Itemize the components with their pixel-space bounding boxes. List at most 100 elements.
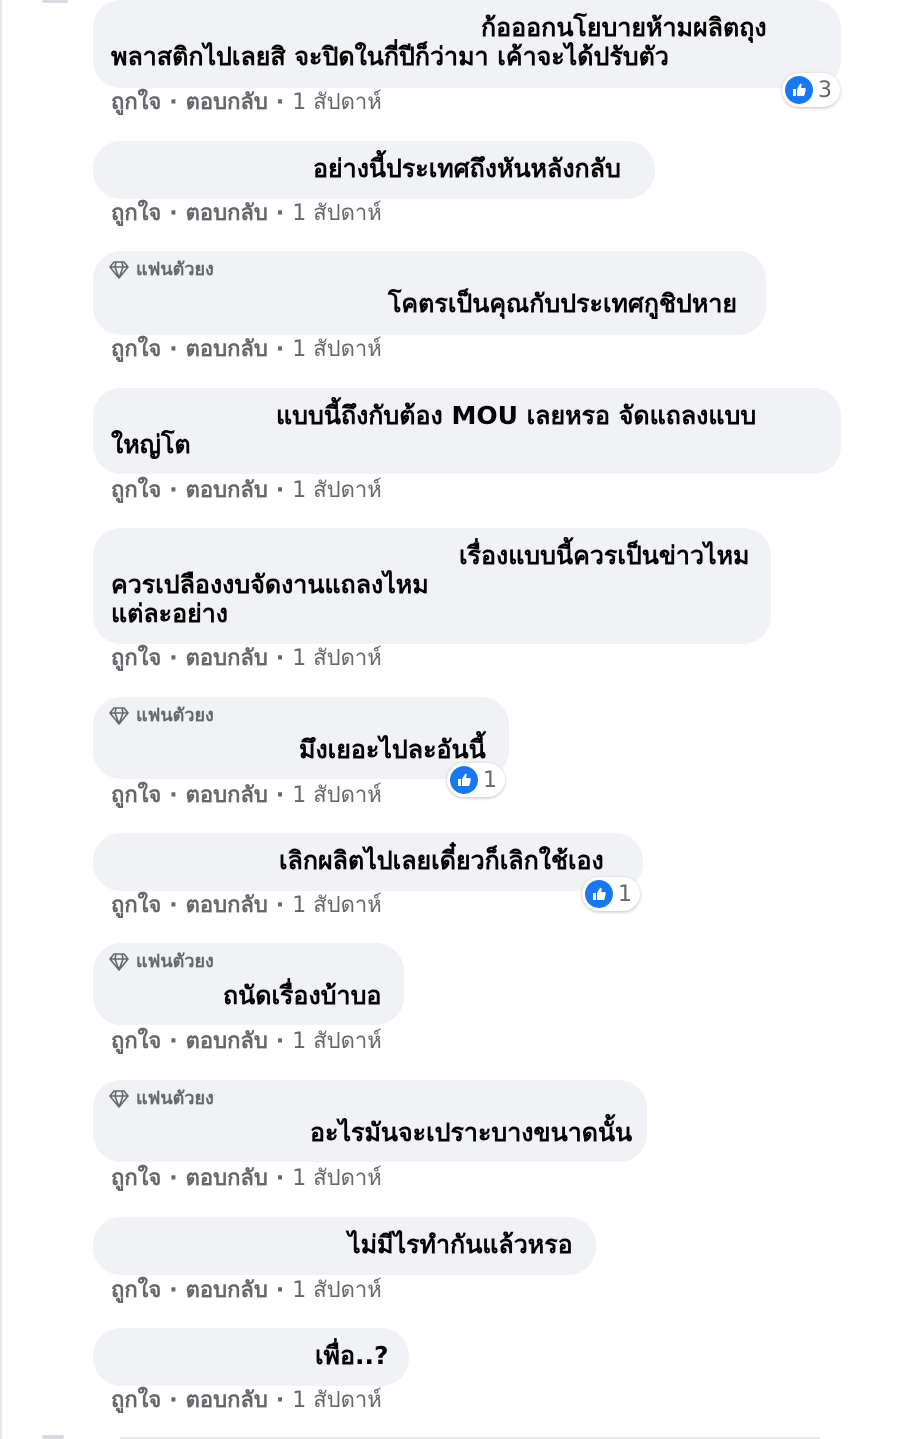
timestamp-link[interactable]: 1 สัปดาห์ [292, 201, 382, 226]
like-button[interactable]: ถูกใจ [111, 783, 161, 808]
reply-button[interactable]: ตอบกลับ [186, 201, 268, 226]
comment-text: ไม่มีไรทำกันแล้วหรอ [348, 1230, 573, 1259]
timestamp-link[interactable]: 1 สัปดาห์ [292, 783, 382, 808]
top-fan-badge: แฟนตัวยง [109, 259, 214, 281]
top-fan-badge: แฟนตัวยง [109, 1088, 214, 1110]
comment-bubble[interactable]: แฟนตัวยงมึงเยอะไปละอันนี้ [93, 697, 509, 779]
comment-actions: ถูกใจ · ตอบกลับ · 1 สัปดาห์ [111, 1029, 382, 1055]
comment-bubble[interactable]: แบบนี้ถึงกับต้อง MOU เลยหรอ จัดแถลงแบบ ให… [93, 388, 841, 474]
like-button[interactable]: ถูกใจ [111, 1388, 161, 1413]
comment-text: แบบนี้ถึงกับต้อง MOU เลยหรอ จัดแถลงแบบ [276, 401, 757, 430]
comment-actions: ถูกใจ · ตอบกลับ · 1 สัปดาห์ [111, 783, 382, 809]
separator-dot: · [169, 1029, 178, 1054]
comment-text: โคตรเป็นคุณกับประเทศกูชิปหาย [388, 289, 737, 318]
left-divider [0, 0, 2, 1439]
diamond-icon [109, 707, 129, 725]
comment-actions: ถูกใจ · ตอบกลับ · 1 สัปดาห์ [111, 1166, 382, 1192]
like-button[interactable]: ถูกใจ [111, 1278, 161, 1303]
reply-button[interactable]: ตอบกลับ [186, 646, 268, 671]
comment-actions: ถูกใจ · ตอบกลับ · 1 สัปดาห์ [111, 90, 382, 116]
like-button[interactable]: ถูกใจ [111, 201, 161, 226]
separator-dot: · [275, 1166, 285, 1191]
separator-dot: · [169, 646, 178, 671]
comment-actions: ถูกใจ · ตอบกลับ · 1 สัปดาห์ [111, 337, 382, 363]
like-button[interactable]: ถูกใจ [111, 893, 161, 918]
separator-dot: · [169, 1388, 178, 1413]
reply-button[interactable]: ตอบกลับ [186, 90, 268, 115]
reaction-count[interactable]: 1 [447, 763, 505, 797]
reply-button[interactable]: ตอบกลับ [186, 783, 268, 808]
separator-dot: · [169, 783, 178, 808]
timestamp-link[interactable]: 1 สัปดาห์ [292, 90, 382, 115]
thread-line-bottom [42, 1435, 64, 1439]
timestamp-link[interactable]: 1 สัปดาห์ [292, 478, 382, 503]
comment-text: ก้อออกนโยบายห้ามผลิตถุง [481, 13, 767, 42]
like-button[interactable]: ถูกใจ [111, 90, 161, 115]
separator-dot: · [275, 90, 285, 115]
like-button[interactable]: ถูกใจ [111, 1166, 161, 1191]
comment-text: พลาสติกไปเลยสิ จะปิดในกี่ปีก็ว่ามา เค้าจ… [111, 42, 669, 71]
comment-bubble[interactable]: แฟนตัวยงถนัดเรื่องบ้าบอ [93, 943, 404, 1025]
diamond-icon [109, 261, 129, 279]
top-fan-badge: แฟนตัวยง [109, 705, 214, 727]
timestamp-link[interactable]: 1 สัปดาห์ [292, 646, 382, 671]
reply-button[interactable]: ตอบกลับ [186, 337, 268, 362]
reply-button[interactable]: ตอบกลับ [186, 478, 268, 503]
diamond-icon [109, 1090, 129, 1108]
like-icon [450, 766, 478, 794]
comment-actions: ถูกใจ · ตอบกลับ · 1 สัปดาห์ [111, 1388, 382, 1414]
separator-dot: · [275, 893, 285, 918]
separator-dot: · [169, 1278, 178, 1303]
reaction-number: 1 [483, 767, 497, 793]
comment-text: อย่างนี้ประเทศถึงหันหลังกลับ [313, 154, 621, 183]
separator-dot: · [169, 337, 178, 362]
reply-button[interactable]: ตอบกลับ [186, 1278, 268, 1303]
timestamp-link[interactable]: 1 สัปดาห์ [292, 893, 382, 918]
timestamp-link[interactable]: 1 สัปดาห์ [292, 337, 382, 362]
separator-dot: · [275, 646, 285, 671]
badge-label: แฟนตัวยง [136, 705, 214, 726]
comment-text: ถนัดเรื่องบ้าบอ [223, 981, 382, 1010]
reply-button[interactable]: ตอบกลับ [186, 1388, 268, 1413]
separator-dot: · [169, 201, 178, 226]
comment-bubble[interactable]: เลิกผลิตไปเลยเดี๋ยวก็เลิกใช้เอง [93, 833, 643, 891]
like-button[interactable]: ถูกใจ [111, 337, 161, 362]
like-button[interactable]: ถูกใจ [111, 646, 161, 671]
comment-bubble[interactable]: เพื่อ..? [93, 1328, 409, 1386]
separator-dot: · [275, 337, 285, 362]
top-fan-badge: แฟนตัวยง [109, 951, 214, 973]
comment-text: มึงเยอะไปละอันนี้ [299, 735, 486, 764]
separator-dot: · [275, 1388, 285, 1413]
timestamp-link[interactable]: 1 สัปดาห์ [292, 1166, 382, 1191]
like-icon [585, 880, 613, 908]
reply-button[interactable]: ตอบกลับ [186, 893, 268, 918]
comment-bubble[interactable]: อย่างนี้ประเทศถึงหันหลังกลับ [93, 141, 655, 199]
comment-text: เลิกผลิตไปเลยเดี๋ยวก็เลิกใช้เอง [279, 846, 604, 875]
reaction-count[interactable]: 3 [782, 73, 840, 107]
reaction-count[interactable]: 1 [582, 877, 640, 911]
comment-bubble[interactable]: แฟนตัวยงโคตรเป็นคุณกับประเทศกูชิปหาย [93, 251, 766, 335]
comment-bubble[interactable]: เรื่องแบบนี้ควรเป็นข่าวไหม ควรเปลืองงบจัด… [93, 528, 771, 644]
separator-dot: · [275, 783, 285, 808]
reply-button[interactable]: ตอบกลับ [186, 1029, 268, 1054]
comment-text: แต่ละอย่าง [111, 599, 229, 628]
comment-bubble[interactable]: แฟนตัวยงอะไรมันจะเปราะบางขนาดนั้น [93, 1080, 647, 1162]
comment-text: เพื่อ..? [315, 1341, 389, 1370]
comment-actions: ถูกใจ · ตอบกลับ · 1 สัปดาห์ [111, 1278, 382, 1304]
separator-dot: · [275, 201, 285, 226]
comment-bubble[interactable]: ไม่มีไรทำกันแล้วหรอ [93, 1217, 596, 1275]
separator-dot: · [275, 1029, 285, 1054]
reply-button[interactable]: ตอบกลับ [186, 1166, 268, 1191]
comment-bubble[interactable]: ก้อออกนโยบายห้ามผลิตถุง พลาสติกไปเลยสิ จะ… [93, 0, 841, 88]
comment-text: อะไรมันจะเปราะบางขนาดนั้น [310, 1118, 633, 1147]
badge-label: แฟนตัวยง [136, 951, 214, 972]
reaction-number: 1 [618, 881, 632, 907]
like-button[interactable]: ถูกใจ [111, 1029, 161, 1054]
like-button[interactable]: ถูกใจ [111, 478, 161, 503]
timestamp-link[interactable]: 1 สัปดาห์ [292, 1029, 382, 1054]
timestamp-link[interactable]: 1 สัปดาห์ [292, 1388, 382, 1413]
timestamp-link[interactable]: 1 สัปดาห์ [292, 1278, 382, 1303]
diamond-icon [109, 953, 129, 971]
thread-line [42, 0, 68, 3]
comment-actions: ถูกใจ · ตอบกลับ · 1 สัปดาห์ [111, 646, 382, 672]
